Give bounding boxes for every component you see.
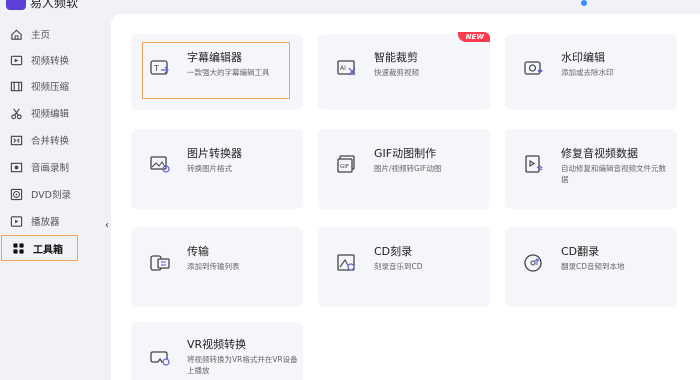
sidebar-item-label: 视频编辑 — [31, 109, 70, 120]
tool-description: 刻录音乐到CD — [374, 262, 423, 271]
tool-description: 转换图片格式 — [187, 164, 232, 173]
home-icon — [9, 27, 23, 41]
tool-title: VR视频转换 — [187, 338, 247, 351]
sidebar-item-label: 播放器 — [31, 217, 60, 228]
svg-text:AI: AI — [340, 65, 346, 72]
sidebar-item-label: 主页 — [31, 30, 51, 41]
tool-description: 快速裁剪视频 — [374, 68, 419, 77]
tool-title: 传输 — [187, 245, 209, 258]
watermark-icon — [523, 58, 545, 78]
toolbox-icon — [11, 241, 25, 255]
highlight-box — [142, 42, 290, 99]
tool-description: 添加或去除水印 — [561, 68, 614, 77]
sidebar-item-dvd[interactable]: DVD刻录 — [0, 181, 105, 207]
gif-icon: GIF — [336, 154, 358, 174]
tool-card-smart-crop[interactable]: AI 智能裁剪 快速裁剪视频 NEW — [318, 32, 490, 110]
tool-title: 修复音视频数据 — [561, 147, 638, 160]
app-name: 易人频软 — [30, 0, 79, 10]
tool-title: CD翻录 — [561, 245, 600, 258]
tool-title: 图片转换器 — [187, 147, 242, 160]
tool-description: 图片/视频转GIF动图 — [374, 164, 442, 173]
tool-description: 将视频转换为VR格式并在VR设备上播放 — [187, 355, 298, 375]
tool-description: 添加到传输列表 — [187, 262, 240, 271]
tool-card-watermark[interactable]: 水印编辑 添加或去除水印 — [505, 34, 677, 110]
sidebar-item-label: DVD刻录 — [31, 190, 71, 201]
video-convert-icon — [9, 53, 23, 67]
sidebar: 主页 视频转换 视频压缩 视频编辑 合并转换 音画录制 DVD刻录 播放器 工具… — [0, 16, 105, 380]
image-convert-icon — [149, 154, 171, 174]
vr-convert-icon — [149, 347, 171, 367]
toolbox-panel: T 字幕编辑器 一款强大的字幕编辑工具 AI 智能裁剪 快速裁剪视频 NEW 水… — [111, 14, 700, 380]
sidebar-item-video-convert[interactable]: 视频转换 — [0, 47, 105, 73]
notification-dot-icon — [581, 0, 587, 6]
new-badge: NEW — [457, 32, 490, 42]
tool-title: 智能裁剪 — [374, 51, 418, 64]
sidebar-item-label: 视频压缩 — [31, 82, 70, 93]
tool-card-image-converter[interactable]: 图片转换器 转换图片格式 — [131, 129, 303, 209]
tool-title: GIF动图制作 — [374, 147, 437, 160]
tool-title: CD刻录 — [374, 245, 413, 258]
smart-crop-icon: AI — [336, 58, 358, 78]
sidebar-item-label: 工具箱 — [33, 244, 63, 256]
svg-text:GIF: GIF — [340, 164, 349, 170]
tool-card-transfer[interactable]: 传输 添加到传输列表 — [131, 227, 303, 307]
record-icon — [9, 160, 23, 174]
title-bar: 易人频软 — [0, 0, 700, 14]
tool-card-metadata-repair[interactable]: 修复音视频数据 自动修复和编辑音视频文件元数据 — [505, 129, 677, 209]
tool-description: 翻录CD音频到本地 — [561, 262, 625, 271]
dvd-icon — [9, 187, 23, 201]
sidebar-item-player[interactable]: 播放器 — [0, 208, 105, 234]
video-compress-icon — [9, 79, 23, 93]
tool-description: 自动修复和编辑音视频文件元数据 — [561, 164, 666, 184]
sidebar-item-video-edit[interactable]: 视频编辑 — [0, 100, 105, 126]
cd-rip-icon — [523, 253, 545, 273]
sidebar-item-video-compress[interactable]: 视频压缩 — [0, 73, 105, 99]
sidebar-item-merge[interactable]: 合并转换 — [0, 127, 105, 153]
tool-card-cd-rip[interactable]: CD翻录 翻录CD音频到本地 — [505, 227, 677, 307]
sidebar-item-home[interactable]: 主页 — [0, 21, 105, 47]
sidebar-item-toolbox[interactable]: 工具箱 — [1, 235, 78, 261]
app-logo — [6, 0, 26, 10]
metadata-repair-icon — [523, 154, 545, 174]
tool-card-vr-convert[interactable]: VR视频转换 将视频转换为VR格式并在VR设备上播放 — [131, 322, 303, 380]
tool-card-gif-maker[interactable]: GIF GIF动图制作 图片/视频转GIF动图 — [318, 129, 490, 209]
sidebar-item-label: 视频转换 — [31, 56, 70, 67]
sidebar-item-record[interactable]: 音画录制 — [0, 154, 105, 180]
merge-icon — [9, 133, 23, 147]
cd-burn-icon — [336, 253, 358, 273]
sidebar-item-label: 音画录制 — [31, 163, 70, 174]
transfer-icon — [149, 253, 171, 273]
tool-card-cd-burn[interactable]: CD刻录 刻录音乐到CD — [318, 227, 490, 307]
video-edit-icon — [9, 106, 23, 120]
sidebar-item-label: 合并转换 — [31, 136, 70, 147]
tool-title: 水印编辑 — [561, 51, 605, 64]
player-icon — [9, 214, 23, 228]
